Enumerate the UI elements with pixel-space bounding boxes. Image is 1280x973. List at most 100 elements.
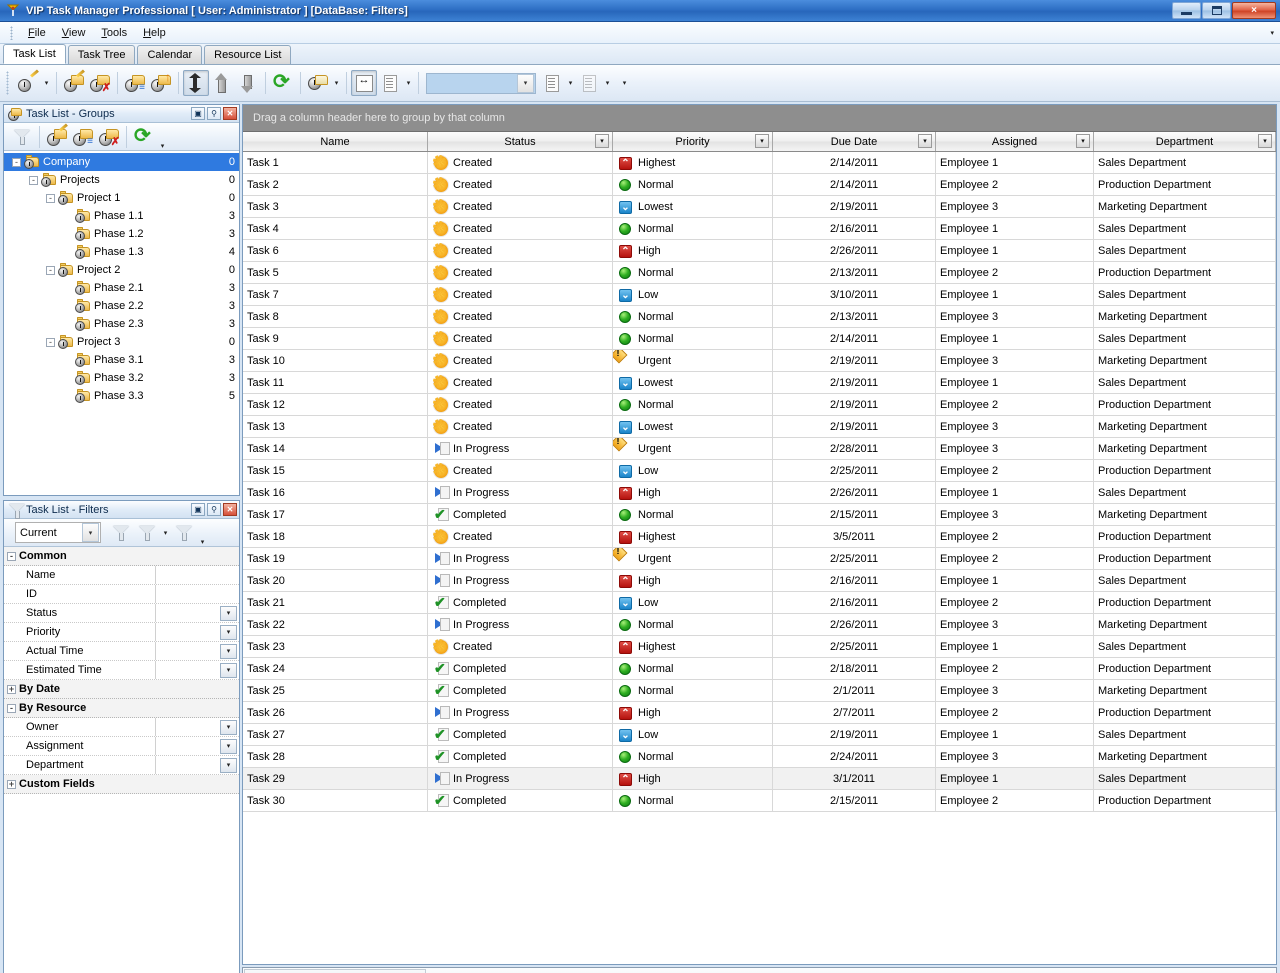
cell-due-date[interactable]: 2/26/2011 bbox=[773, 240, 936, 261]
table-row[interactable]: Task 8CreatedNormal2/13/2011Employee 3Ma… bbox=[243, 306, 1276, 328]
cell-assigned[interactable]: Employee 1 bbox=[936, 240, 1094, 261]
tree-item[interactable]: -Projects0 bbox=[4, 171, 239, 189]
filters-list[interactable]: -CommonNameIDStatus▾Priority▾Actual Time… bbox=[4, 547, 239, 794]
cell-department[interactable]: Production Department bbox=[1094, 394, 1276, 415]
cell-priority[interactable]: Normal bbox=[613, 614, 773, 635]
edit-task-icon[interactable] bbox=[61, 70, 87, 96]
filter-row[interactable]: Status▾ bbox=[4, 604, 239, 623]
cell-priority[interactable]: ⌄Lowest bbox=[613, 196, 773, 217]
tree-expander[interactable]: - bbox=[46, 266, 55, 275]
cell-due-date[interactable]: 2/25/2011 bbox=[773, 636, 936, 657]
cell-priority[interactable]: Normal bbox=[613, 174, 773, 195]
print-dropdown-caret[interactable]: ▾ bbox=[331, 70, 342, 96]
cell-status[interactable]: In Progress bbox=[428, 438, 613, 459]
column-header-priority[interactable]: Priority▾ bbox=[613, 132, 773, 151]
clear-filter-icon[interactable] bbox=[171, 520, 197, 546]
table-row[interactable]: Task 3Created⌄Lowest2/19/2011Employee 3M… bbox=[243, 196, 1276, 218]
cell-priority[interactable]: Urgent bbox=[613, 438, 773, 459]
print-icon[interactable] bbox=[305, 70, 331, 96]
cell-due-date[interactable]: 2/19/2011 bbox=[773, 724, 936, 745]
column-filter-icon[interactable]: ▾ bbox=[1258, 134, 1272, 148]
cell-status[interactable]: Completed bbox=[428, 592, 613, 613]
cell-name[interactable]: Task 24 bbox=[243, 658, 428, 679]
menu-item-view[interactable]: View bbox=[54, 25, 94, 41]
filter-section-header[interactable]: +By Date bbox=[4, 680, 239, 699]
cell-name[interactable]: Task 19 bbox=[243, 548, 428, 569]
cell-department[interactable]: Production Department bbox=[1094, 548, 1276, 569]
task-properties-icon[interactable]: ≡ bbox=[122, 70, 148, 96]
column-layout-icon[interactable] bbox=[377, 70, 403, 96]
view-preset-combo[interactable]: ▾ bbox=[426, 73, 536, 94]
cell-due-date[interactable]: 2/24/2011 bbox=[773, 746, 936, 767]
cell-assigned[interactable]: Employee 1 bbox=[936, 570, 1094, 591]
table-row[interactable]: Task 22In ProgressNormal2/26/2011Employe… bbox=[243, 614, 1276, 636]
cell-priority[interactable]: Normal bbox=[613, 262, 773, 283]
cell-department[interactable]: Sales Department bbox=[1094, 482, 1276, 503]
cell-name[interactable]: Task 28 bbox=[243, 746, 428, 767]
cell-department[interactable]: Production Department bbox=[1094, 174, 1276, 195]
new-group-icon[interactable] bbox=[44, 124, 70, 150]
cell-due-date[interactable]: 2/15/2011 bbox=[773, 790, 936, 811]
tree-item[interactable]: Phase 2.23 bbox=[4, 297, 239, 315]
filter-row-value[interactable]: ▾ bbox=[156, 758, 239, 773]
cell-department[interactable]: Marketing Department bbox=[1094, 680, 1276, 701]
cell-due-date[interactable]: 2/16/2011 bbox=[773, 570, 936, 591]
filter-row-value[interactable]: ▾ bbox=[156, 739, 239, 754]
column-header-assigned[interactable]: Assigned▾ bbox=[936, 132, 1094, 151]
cell-due-date[interactable]: 3/10/2011 bbox=[773, 284, 936, 305]
menu-grip[interactable] bbox=[10, 26, 13, 40]
tree-item[interactable]: -Company0 bbox=[4, 153, 239, 171]
table-row[interactable]: Task 7Created⌄Low3/10/2011Employee 1Sale… bbox=[243, 284, 1276, 306]
cell-due-date[interactable]: 2/19/2011 bbox=[773, 196, 936, 217]
column-header-name[interactable]: Name bbox=[243, 132, 428, 151]
cell-status[interactable]: Completed bbox=[428, 724, 613, 745]
refresh-groups-icon[interactable] bbox=[131, 124, 157, 150]
toolbar-overflow-caret[interactable]: ▾ bbox=[619, 70, 630, 96]
cell-name[interactable]: Task 27 bbox=[243, 724, 428, 745]
cell-priority[interactable]: ⌃Highest bbox=[613, 636, 773, 657]
cell-name[interactable]: Task 15 bbox=[243, 460, 428, 481]
filter-section-header[interactable]: +Custom Fields bbox=[4, 775, 239, 794]
menu-overflow-caret[interactable]: ▾ bbox=[1270, 29, 1274, 37]
column-filter-icon[interactable]: ▾ bbox=[595, 134, 609, 148]
table-row[interactable]: Task 30CompletedNormal2/15/2011Employee … bbox=[243, 790, 1276, 812]
cell-due-date[interactable]: 2/1/2011 bbox=[773, 680, 936, 701]
cell-priority[interactable]: ⌃High bbox=[613, 482, 773, 503]
column-header-department[interactable]: Department▾ bbox=[1094, 132, 1276, 151]
filter-section-expander[interactable]: - bbox=[7, 552, 16, 561]
cell-priority[interactable]: ⌃High bbox=[613, 240, 773, 261]
cell-priority[interactable]: ⌄Lowest bbox=[613, 416, 773, 437]
cell-department[interactable]: Sales Department bbox=[1094, 768, 1276, 789]
cell-name[interactable]: Task 10 bbox=[243, 350, 428, 371]
cell-priority[interactable]: Normal bbox=[613, 658, 773, 679]
cell-due-date[interactable]: 2/19/2011 bbox=[773, 350, 936, 371]
column-filter-icon[interactable]: ▾ bbox=[918, 134, 932, 148]
column-header-status[interactable]: Status▾ bbox=[428, 132, 613, 151]
table-row[interactable]: Task 25CompletedNormal2/1/2011Employee 3… bbox=[243, 680, 1276, 702]
cell-due-date[interactable]: 2/25/2011 bbox=[773, 460, 936, 481]
cell-priority[interactable]: Normal bbox=[613, 328, 773, 349]
tree-item[interactable]: Phase 3.23 bbox=[4, 369, 239, 387]
cell-status[interactable]: In Progress bbox=[428, 548, 613, 569]
cell-department[interactable]: Sales Department bbox=[1094, 240, 1276, 261]
cell-priority[interactable]: ⌄Low bbox=[613, 284, 773, 305]
table-row[interactable]: Task 5CreatedNormal2/13/2011Employee 2Pr… bbox=[243, 262, 1276, 284]
cell-name[interactable]: Task 2 bbox=[243, 174, 428, 195]
cell-department[interactable]: Marketing Department bbox=[1094, 196, 1276, 217]
cell-name[interactable]: Task 7 bbox=[243, 284, 428, 305]
cell-name[interactable]: Task 26 bbox=[243, 702, 428, 723]
cell-assigned[interactable]: Employee 1 bbox=[936, 328, 1094, 349]
groups-toolbar-overflow-caret[interactable]: ▾ bbox=[157, 124, 168, 150]
cell-name[interactable]: Task 22 bbox=[243, 614, 428, 635]
cell-due-date[interactable]: 2/16/2011 bbox=[773, 592, 936, 613]
cell-name[interactable]: Task 6 bbox=[243, 240, 428, 261]
table-row[interactable]: Task 13Created⌄Lowest2/19/2011Employee 3… bbox=[243, 416, 1276, 438]
cell-priority[interactable]: ⌃High bbox=[613, 702, 773, 723]
delete-group-icon[interactable]: ✗ bbox=[96, 124, 122, 150]
filters-panel-body[interactable]: -CommonNameIDStatus▾Priority▾Actual Time… bbox=[4, 547, 239, 973]
tab-calendar[interactable]: Calendar bbox=[137, 45, 202, 64]
filter-row[interactable]: ID bbox=[4, 585, 239, 604]
table-row[interactable]: Task 27Completed⌄Low2/19/2011Employee 1S… bbox=[243, 724, 1276, 746]
cell-status[interactable]: Created bbox=[428, 306, 613, 327]
cell-status[interactable]: In Progress bbox=[428, 614, 613, 635]
